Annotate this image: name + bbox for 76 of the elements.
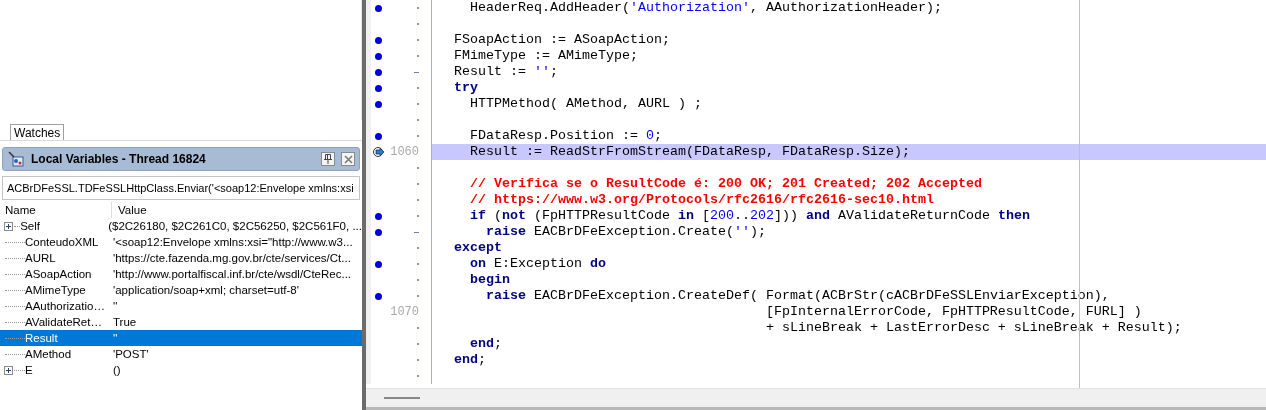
pin-button[interactable] bbox=[321, 152, 335, 166]
variable-value: 'https://cte.fazenda.mg.gov.br/cte/services/Ct... bbox=[112, 251, 351, 266]
variable-value: '' bbox=[112, 299, 118, 314]
column-header[interactable]: Value bbox=[112, 202, 147, 218]
code-line: // Verifica se o ResultCode é: 200 OK; 201 Created; 202 Accepted bbox=[469, 176, 982, 191]
variable-row[interactable]: ConteudoXML '<soap12:Envelope xmlns:xsi="http://www.w3... bbox=[0, 234, 362, 250]
horizontal-scrollbar[interactable] bbox=[366, 388, 1266, 410]
breakpoint-icon[interactable] bbox=[375, 52, 382, 60]
variable-value: '<soap12:Envelope xmlns:xsi="http://www.w3... bbox=[112, 235, 353, 250]
breakpoint-icon[interactable] bbox=[375, 228, 382, 236]
variable-value: 'http://www.portalfiscal.inf.br/cte/wsdl/CteRec... bbox=[112, 267, 352, 282]
code-line: try bbox=[453, 80, 478, 95]
variable-value: 'application/soap+xml; charset=utf-8' bbox=[112, 283, 299, 298]
code-line: HTTPMethod( AMethod, AURL ) ; bbox=[469, 96, 702, 111]
code-line: HeaderReq.AddHeader('Authorization', AAuthorizationHeader); bbox=[469, 0, 942, 15]
variable-value: True bbox=[112, 315, 137, 330]
variable-row[interactable]: AURL 'https://cte.fazenda.mg.gov.br/cte/services/Ct... bbox=[0, 250, 362, 266]
variable-row[interactable]: Self ($2C26180, $2C261C0, $2C56250, $2C561F0, ... bbox=[0, 218, 362, 234]
code-line: FMimeType := AMimeType; bbox=[453, 48, 638, 63]
variable-name: AAuthorizatio… bbox=[25, 299, 106, 314]
variable-row[interactable]: AAuthorizatio… '' bbox=[0, 298, 362, 314]
breakpoint-icon[interactable] bbox=[375, 84, 382, 92]
variable-value: '' bbox=[112, 331, 118, 346]
variable-value: 'POST' bbox=[112, 347, 149, 362]
code-line: except bbox=[453, 240, 502, 255]
variable-name: Self bbox=[20, 219, 41, 234]
variable-name: E bbox=[25, 363, 34, 378]
variable-value: () bbox=[112, 363, 121, 378]
expand-icon[interactable] bbox=[4, 365, 13, 375]
breakpoint-icon[interactable] bbox=[375, 68, 382, 76]
code-line: end; bbox=[453, 352, 486, 367]
variable-name: AURL bbox=[25, 251, 57, 266]
variable-name: AMethod bbox=[25, 347, 73, 362]
variable-value: ($2C26180, $2C261C0, $2C56250, $2C561F0, ... bbox=[107, 219, 362, 234]
breakpoint-icon[interactable] bbox=[375, 4, 382, 12]
line-number: 1070 bbox=[390, 304, 419, 320]
breakpoint-icon[interactable] bbox=[375, 100, 382, 108]
code-line: begin bbox=[469, 272, 510, 287]
expand-icon[interactable] bbox=[4, 221, 13, 231]
code-line: FSoapAction := ASoapAction; bbox=[453, 32, 670, 47]
code-line: // https://www.w3.org/Protocols/rfc2616/rfc2616-sec10.html bbox=[469, 192, 934, 207]
code-line: raise EACBrDFeException.Create(''); bbox=[485, 224, 766, 239]
pin-icon bbox=[324, 154, 332, 164]
column-header[interactable]: Name bbox=[0, 202, 112, 218]
code-line: if (not (FpHTTPResultCode in [200..202])) and AValidateReturnCode then bbox=[469, 208, 1030, 223]
code-line: Result := ''; bbox=[453, 64, 558, 79]
variable-name: AValidateRet… bbox=[25, 315, 103, 330]
code-line: FDataResp.Position := 0; bbox=[469, 128, 662, 143]
variable-row[interactable]: Result '' bbox=[0, 330, 362, 346]
variable-name: ConteudoXML bbox=[25, 235, 100, 250]
breakpoint-icon[interactable] bbox=[375, 292, 382, 300]
stack-frame-dropdown[interactable]: ACBrDFeSSL.TDFeSSLHttpClass.Enviar('<soap12:Envelope xmlns:xsi bbox=[2, 176, 360, 200]
breakpoint-icon[interactable] bbox=[375, 260, 382, 268]
code-line: raise EACBrDFeException.CreateDef( Format(ACBrStr(cACBrDFeSSLEnviarException), bbox=[485, 288, 1110, 303]
code-line: + sLineBreak + LastErrorDesc + sLineBreak + Result); bbox=[764, 320, 1182, 335]
code-line: Result := ReadStrFromStream(FDataResp, FDataResp.Size); bbox=[469, 144, 910, 159]
watches-tab[interactable]: Watches bbox=[10, 124, 65, 140]
panel-title: Local Variables - Thread 16824 bbox=[31, 152, 207, 166]
code-line: end; bbox=[469, 336, 502, 351]
close-icon bbox=[343, 154, 353, 164]
line-number: 1060 bbox=[390, 144, 419, 160]
variable-row[interactable]: AValidateRet… True bbox=[0, 314, 362, 330]
variable-row[interactable]: ASoapAction 'http://www.portalfiscal.inf.br/cte/wsdl/CteRec... bbox=[0, 266, 362, 282]
variable-row[interactable]: E () bbox=[0, 362, 362, 378]
variable-name: Result bbox=[25, 331, 59, 346]
variable-row[interactable]: AMethod 'POST' bbox=[0, 346, 362, 362]
variables-icon bbox=[7, 151, 25, 167]
code-line: on E:Exception do bbox=[469, 256, 606, 271]
breakpoint-icon[interactable] bbox=[375, 212, 382, 220]
variable-row[interactable]: AMimeType 'application/soap+xml; charset=utf-8' bbox=[0, 282, 362, 298]
breakpoint-icon[interactable] bbox=[375, 132, 382, 140]
variable-name: ASoapAction bbox=[25, 267, 93, 282]
code-line: [FpInternalErrorCode, FpHTTPResultCode, FURL] ) bbox=[764, 304, 1142, 319]
breakpoint-icon[interactable] bbox=[375, 36, 382, 44]
close-button[interactable] bbox=[341, 152, 355, 166]
variable-name: AMimeType bbox=[25, 283, 87, 298]
